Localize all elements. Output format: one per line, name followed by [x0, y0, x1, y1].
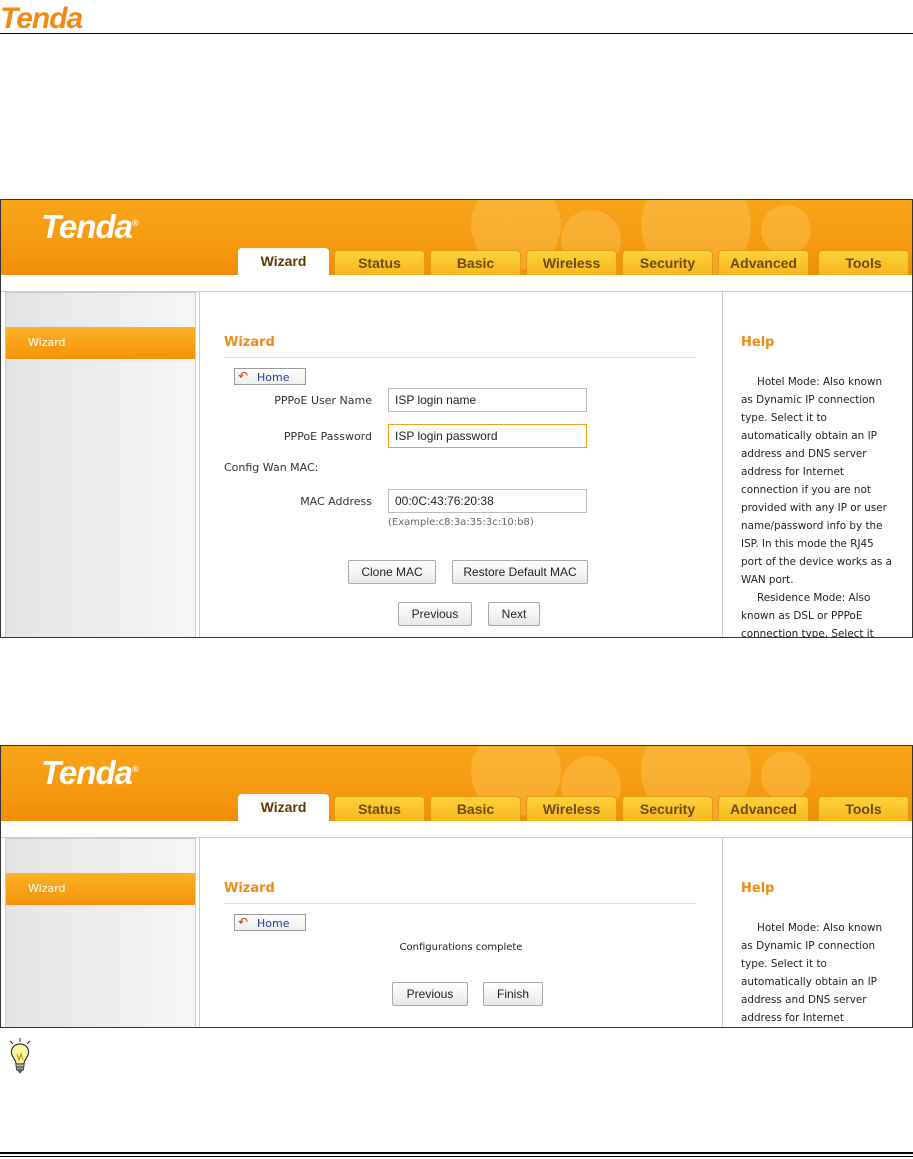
configurations-complete-text: Configurations complete: [399, 942, 523, 953]
router-brand-logo: Tenda®: [41, 208, 139, 245]
home-button[interactable]: ↶ Home: [234, 368, 306, 385]
tab-wizard[interactable]: Wizard: [238, 248, 329, 275]
pppoe-user-input[interactable]: ISP login name: [388, 388, 587, 412]
previous-button[interactable]: Previous: [392, 982, 468, 1006]
tab-advanced[interactable]: Advanced: [718, 250, 809, 275]
main-content: Wizard ↶ Home PPPoE User Name ISP login …: [199, 292, 723, 637]
router-brand-logo: Tenda®: [41, 754, 139, 791]
tab-tools[interactable]: Tools: [818, 250, 909, 275]
tab-security[interactable]: Security: [622, 796, 713, 821]
config-wan-mac-label: Config Wan MAC:: [224, 461, 319, 474]
pppoe-password-input[interactable]: ISP login password: [388, 424, 587, 448]
tab-status[interactable]: Status: [334, 796, 425, 821]
sidebar: Wizard: [5, 292, 196, 637]
mac-address-input[interactable]: 00:0C:43:76:20:38: [388, 489, 587, 513]
home-label: Home: [257, 917, 290, 930]
tab-advanced[interactable]: Advanced: [718, 796, 809, 821]
main-content: Wizard ↶ Home Configurations complete Pr…: [199, 838, 723, 1027]
section-divider: [224, 903, 696, 904]
section-divider: [224, 357, 696, 358]
pppoe-user-label: PPPoE User Name: [274, 394, 372, 407]
doc-logo: Tenda: [0, 2, 83, 35]
back-arrow-icon: ↶: [238, 369, 249, 383]
tab-tools[interactable]: Tools: [818, 796, 909, 821]
tab-basic[interactable]: Basic: [430, 250, 521, 275]
doc-footer-rule: [0, 1152, 913, 1154]
sidebar-item-wizard[interactable]: Wizard: [6, 327, 195, 359]
lightbulb-icon: [9, 1038, 31, 1074]
section-title: Wizard: [224, 881, 275, 896]
finish-button[interactable]: Finish: [483, 982, 543, 1006]
wizard-screenshot-pppoe: Tenda® Wizard Status Basic Wireless Secu…: [0, 199, 913, 638]
mac-address-label: MAC Address: [300, 495, 372, 508]
help-text: Hotel Mode: Also known as Dynamic IP con…: [741, 376, 893, 638]
restore-default-mac-button[interactable]: Restore Default MAC: [452, 560, 588, 584]
clone-mac-button[interactable]: Clone MAC: [348, 560, 436, 584]
doc-footer-rule-thin: [0, 1156, 913, 1157]
tab-wireless[interactable]: Wireless: [526, 796, 617, 821]
help-title: Help: [741, 335, 775, 350]
home-button[interactable]: ↶ Home: [234, 914, 306, 931]
sub-nav-bar: [1, 275, 912, 292]
previous-button[interactable]: Previous: [398, 602, 472, 626]
help-text: Hotel Mode: Also known as Dynamic IP con…: [741, 922, 883, 1024]
sub-nav-bar: [1, 821, 912, 838]
next-button[interactable]: Next: [488, 602, 540, 626]
pppoe-password-label: PPPoE Password: [283, 430, 372, 443]
tab-status[interactable]: Status: [334, 250, 425, 275]
mac-example-hint: (Example:c8:3a:35:3c:10:b8): [388, 517, 534, 528]
back-arrow-icon: ↶: [238, 915, 249, 929]
router-header: Tenda® Wizard Status Basic Wireless Secu…: [1, 746, 912, 826]
section-title: Wizard: [224, 335, 275, 350]
tab-wizard[interactable]: Wizard: [238, 794, 329, 821]
help-title: Help: [741, 881, 775, 896]
tab-basic[interactable]: Basic: [430, 796, 521, 821]
sidebar: Wizard: [5, 838, 196, 1027]
home-label: Home: [257, 371, 290, 384]
doc-header-rule: [0, 33, 913, 34]
tab-wireless[interactable]: Wireless: [526, 250, 617, 275]
router-header: Tenda® Wizard Status Basic Wireless Secu…: [1, 200, 912, 280]
sidebar-item-wizard[interactable]: Wizard: [6, 873, 195, 905]
wizard-screenshot-complete: Tenda® Wizard Status Basic Wireless Secu…: [0, 745, 913, 1028]
tab-security[interactable]: Security: [622, 250, 713, 275]
